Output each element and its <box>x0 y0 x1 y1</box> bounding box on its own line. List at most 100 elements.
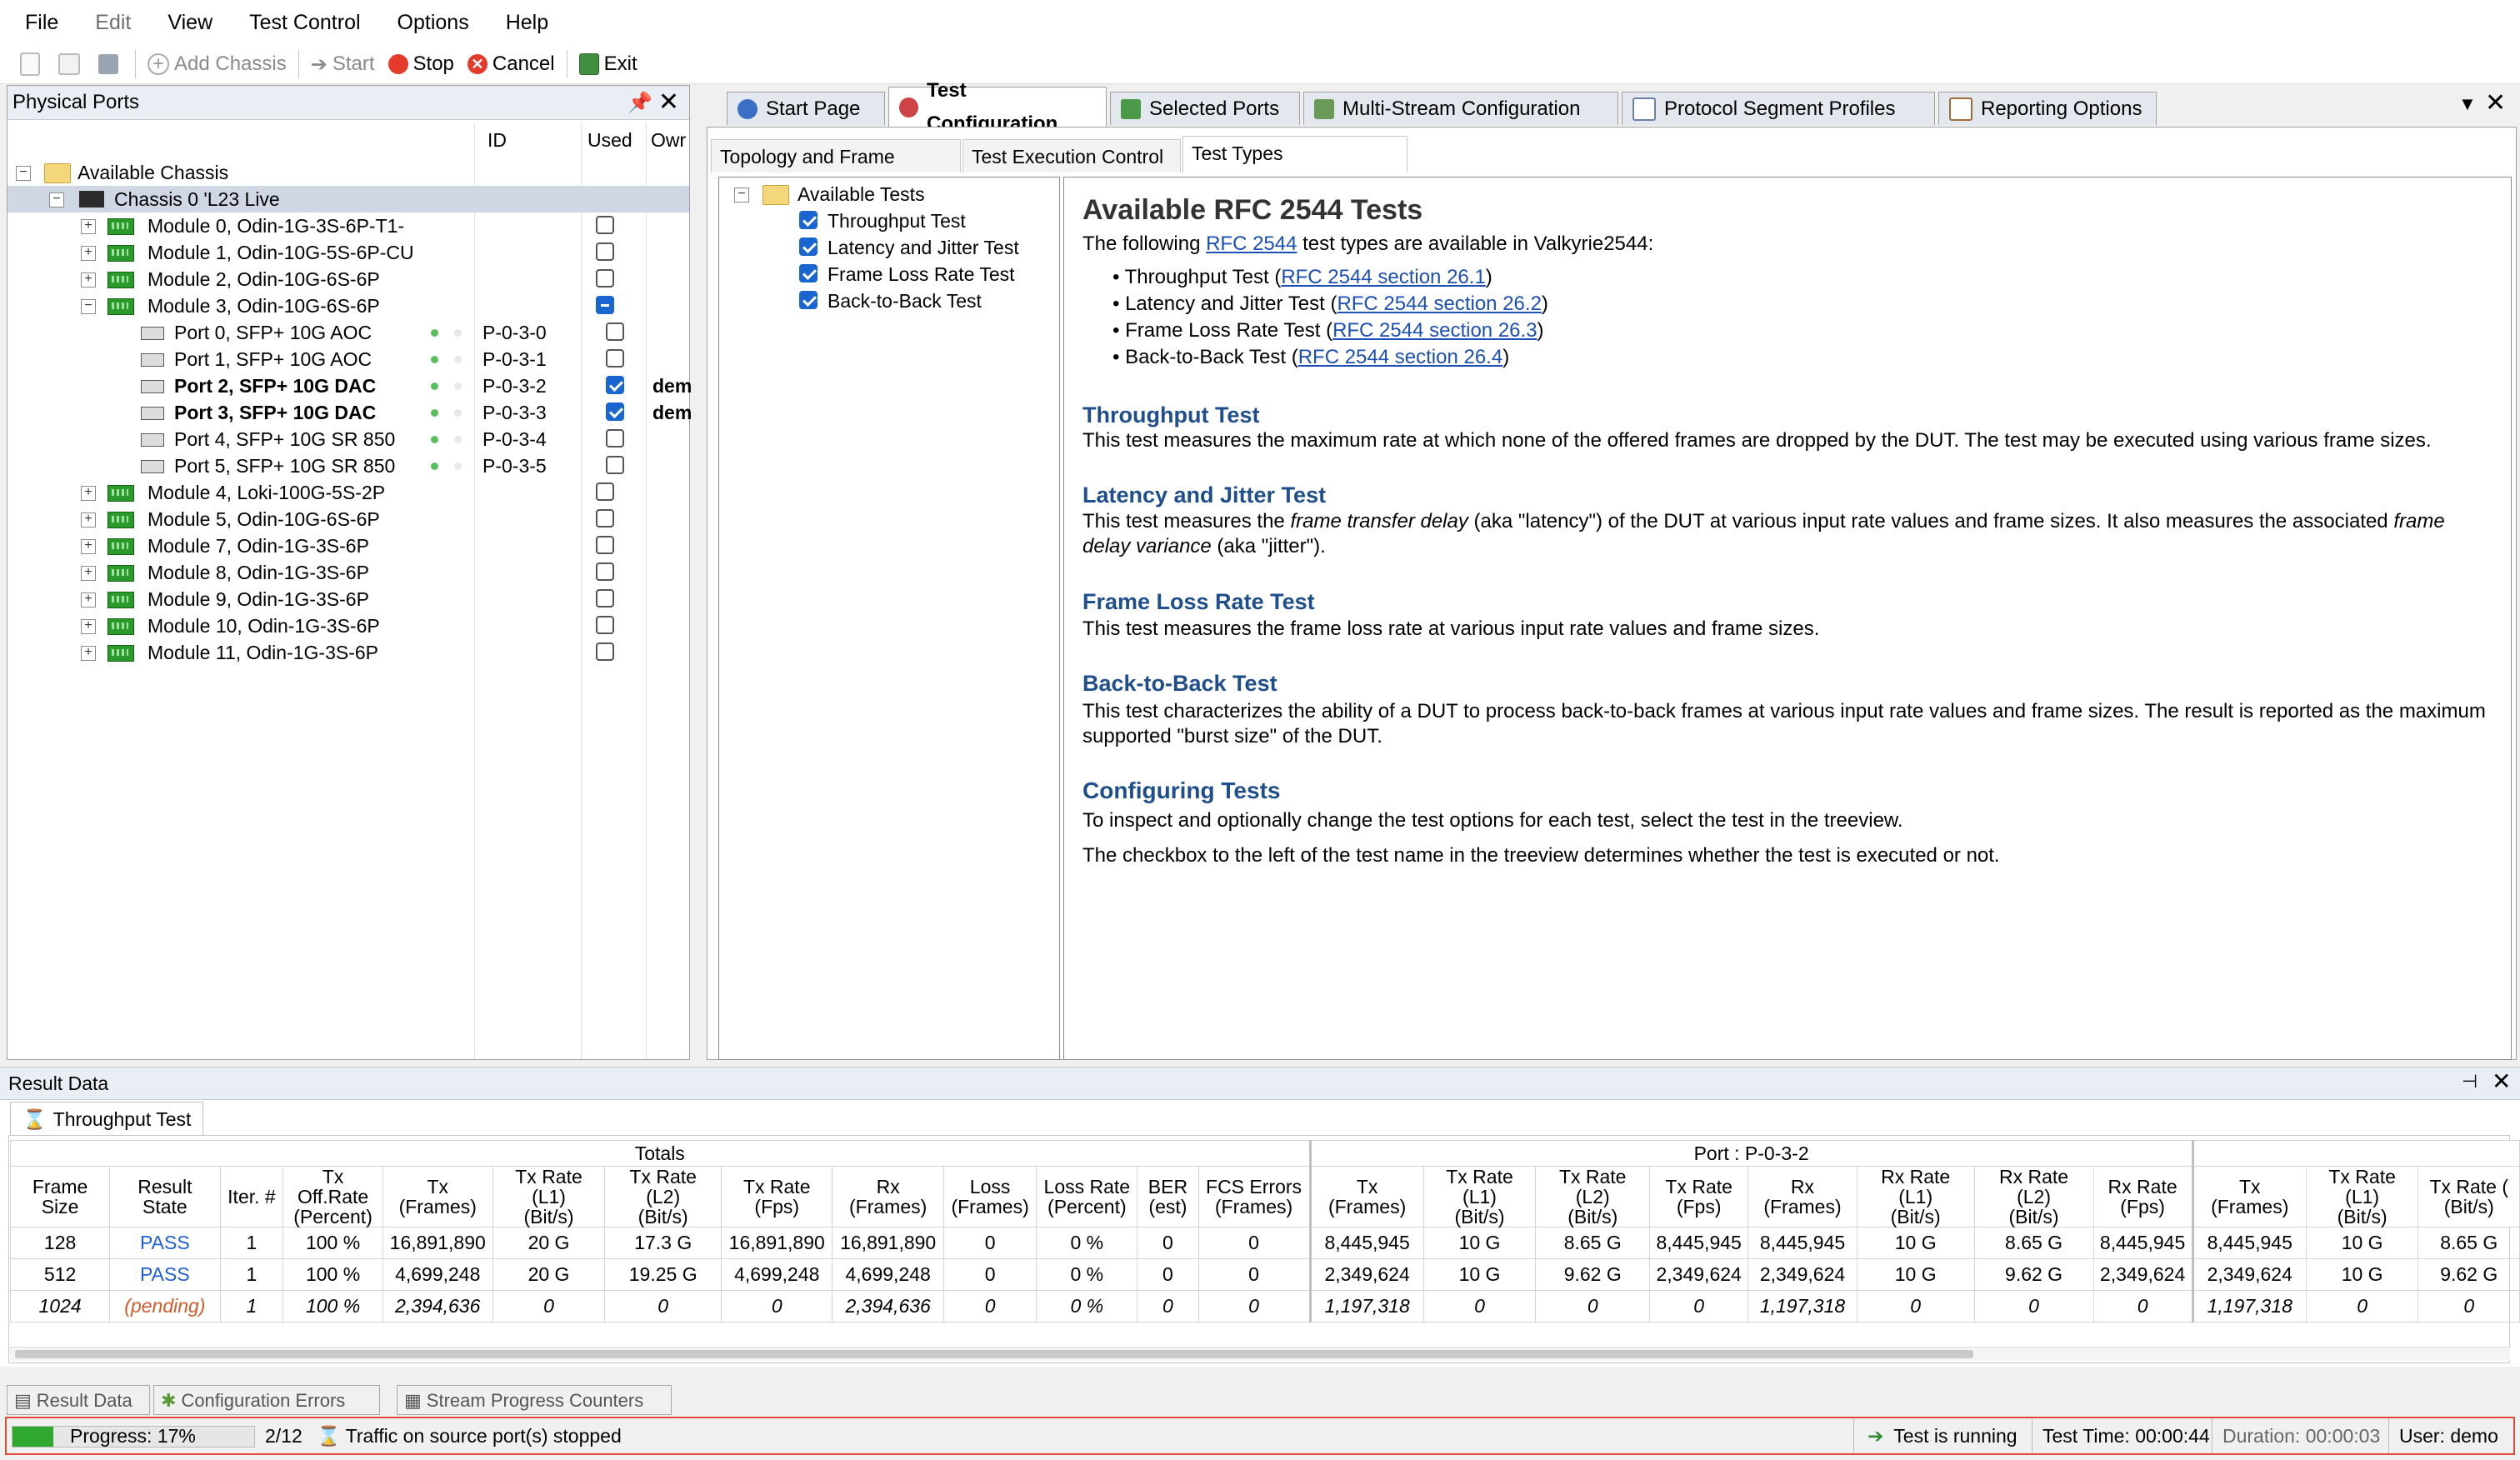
menu-help[interactable]: Help <box>488 0 567 45</box>
close-tab-icon[interactable]: ✕ <box>2485 88 2506 118</box>
used-checkbox[interactable] <box>606 429 624 448</box>
column-header[interactable]: Tx (Frames) <box>1308 1166 1424 1228</box>
scrollbar-thumb[interactable] <box>15 1350 1973 1358</box>
column-header[interactable]: Tx Off.Rate (Percent) <box>282 1166 383 1228</box>
expand-icon[interactable]: + <box>81 486 96 501</box>
column-header[interactable]: Result State <box>109 1166 221 1228</box>
used-checkbox[interactable] <box>596 616 614 634</box>
menu-view[interactable]: View <box>149 0 231 45</box>
expand-icon[interactable]: + <box>81 566 96 581</box>
tab-test-configuration[interactable]: Test Configuration <box>888 79 1107 135</box>
column-header[interactable]: Loss (Frames) <box>942 1166 1038 1228</box>
column-header[interactable]: BER (est) <box>1137 1166 1199 1228</box>
column-header-used[interactable]: Used <box>588 129 632 152</box>
tab-multi-stream-configuration[interactable]: Multi-Stream Configuration <box>1303 92 1618 125</box>
tree-node-module[interactable]: + Module 8, Odin-1G-3S-6P <box>8 559 689 586</box>
tree-node-module[interactable]: + Module 2, Odin-10G-6S-6P <box>8 266 689 292</box>
column-header[interactable]: FCS Errors (Frames) <box>1198 1166 1311 1228</box>
tab-reporting-options[interactable]: Reporting Options <box>1938 92 2157 125</box>
start-button[interactable]: ➔ Start <box>304 48 382 81</box>
used-checkbox[interactable] <box>606 402 624 421</box>
column-header[interactable]: Tx (Frames) <box>2191 1166 2307 1228</box>
used-checkbox[interactable] <box>596 242 614 261</box>
column-header[interactable]: Tx Rate ( (Bit/s) <box>2418 1166 2520 1228</box>
pin-icon[interactable]: ⊣ <box>2462 1071 2478 1092</box>
tab-protocol-segment-profiles[interactable]: Protocol Segment Profiles <box>1622 92 1935 125</box>
column-header[interactable]: Tx Rate (Fps) <box>721 1166 833 1228</box>
expand-icon[interactable]: + <box>81 592 96 608</box>
tree-node-throughput-test[interactable]: Throughput Test <box>719 208 1059 234</box>
menu-options[interactable]: Options <box>379 0 488 45</box>
tree-node-module[interactable]: + Module 11, Odin-1G-3S-6P <box>8 639 689 666</box>
back-to-back-test-checkbox[interactable] <box>799 291 818 309</box>
tab-start-page[interactable]: Start Page <box>727 92 885 125</box>
column-header[interactable]: Tx Rate (L1) (Bit/s) <box>2305 1166 2419 1228</box>
table-row[interactable]: 512 PASS 1 100 % 4,699,248 20 G 19.25 G 4,699,2… <box>9 1258 2520 1291</box>
tree-node-module[interactable]: + Module 5, Odin-10G-6S-6P <box>8 506 689 532</box>
expand-icon[interactable]: + <box>81 272 96 288</box>
used-checkbox[interactable] <box>596 562 614 581</box>
close-icon[interactable]: ✕ <box>658 88 679 117</box>
column-header[interactable]: Frame Size <box>9 1166 111 1228</box>
tree-node-port[interactable]: Port 3, SFP+ 10G DAC P-0-3-3 dem <box>8 399 692 426</box>
bottom-tab-stream-progress-counters[interactable]: ▦ Stream Progress Counters <box>397 1385 672 1415</box>
tree-node-available-chassis[interactable]: − Available Chassis <box>8 159 689 186</box>
tree-node-module[interactable]: + Module 7, Odin-1G-3S-6P <box>8 532 689 559</box>
column-header[interactable]: Loss Rate (Percent) <box>1036 1166 1138 1228</box>
subtab-test-execution-control[interactable]: Test Execution Control <box>962 139 1181 172</box>
used-checkbox[interactable] <box>606 322 624 341</box>
column-header[interactable]: Rx Rate (L1) (Bit/s) <box>1856 1166 1975 1228</box>
column-header[interactable]: Tx (Frames) <box>382 1166 493 1228</box>
table-row[interactable]: 128 PASS 1 100 % 16,891,890 20 G 17.3 G 16,891,… <box>9 1227 2520 1259</box>
expand-icon[interactable]: + <box>81 512 96 528</box>
rfc-section-link[interactable]: RFC 2544 section 26.1 <box>1281 266 1485 288</box>
column-header-id[interactable]: ID <box>488 129 507 152</box>
bottom-tab-configuration-errors[interactable]: ✱ Configuration Errors <box>153 1385 380 1415</box>
used-checkbox[interactable] <box>596 536 614 554</box>
pin-icon[interactable]: 📌 <box>628 91 652 115</box>
column-header[interactable]: Tx Rate (L1) (Bit/s) <box>1422 1166 1537 1228</box>
exit-button[interactable]: Exit <box>572 48 644 81</box>
tree-node-port[interactable]: Port 5, SFP+ 10G SR 850 P-0-3-5 <box>8 452 689 479</box>
tab-throughput-test[interactable]: ⌛ Throughput Test <box>10 1102 203 1136</box>
subtab-test-types-configuration[interactable]: Test Types Configuration <box>1182 136 1408 198</box>
horizontal-scrollbar[interactable] <box>10 1347 2510 1361</box>
column-header[interactable]: Tx Rate (L2) (Bit/s) <box>1535 1166 1651 1228</box>
new-button[interactable] <box>13 48 52 81</box>
expand-icon[interactable]: + <box>81 246 96 261</box>
used-checkbox[interactable] <box>606 376 624 394</box>
subtab-topology-frame-content[interactable]: Topology and Frame Content <box>711 139 961 201</box>
collapse-icon[interactable]: − <box>49 192 64 208</box>
tree-node-port[interactable]: Port 2, SFP+ 10G DAC P-0-3-2 dem <box>8 372 692 399</box>
menu-file[interactable]: File <box>0 0 77 45</box>
tree-node-frame-loss-test[interactable]: Frame Loss Rate Test <box>719 261 1059 288</box>
rfc-link[interactable]: RFC 2544 <box>1206 232 1297 255</box>
column-header[interactable]: Tx Rate (L1) (Bit/s) <box>492 1166 606 1228</box>
used-checkbox[interactable] <box>596 216 614 234</box>
column-header[interactable]: Rx Rate (L2) (Bit/s) <box>1973 1166 2094 1228</box>
rfc-section-link[interactable]: RFC 2544 section 26.3 <box>1332 319 1537 342</box>
expand-icon[interactable]: + <box>81 619 96 634</box>
tree-node-port[interactable]: Port 1, SFP+ 10G AOC P-0-3-1 <box>8 346 689 372</box>
tree-node-module[interactable]: + Module 0, Odin-1G-3S-6P-T1- <box>8 212 689 239</box>
frame-loss-test-checkbox[interactable] <box>799 264 818 282</box>
tree-node-module[interactable]: + Module 1, Odin-10G-5S-6P-CU <box>8 239 689 266</box>
throughput-test-checkbox[interactable] <box>799 211 818 229</box>
tree-node-module[interactable]: + Module 9, Odin-1G-3S-6P <box>8 586 689 612</box>
used-checkbox[interactable] <box>596 296 614 314</box>
tree-node-available-tests[interactable]: − Available Tests <box>719 181 1059 208</box>
close-icon[interactable]: ✕ <box>2492 1068 2511 1095</box>
menu-edit[interactable]: Edit <box>77 0 149 45</box>
expand-icon[interactable]: + <box>81 646 96 661</box>
used-checkbox[interactable] <box>596 642 614 661</box>
used-checkbox[interactable] <box>596 269 614 288</box>
rfc-section-link[interactable]: RFC 2544 section 26.2 <box>1337 292 1541 315</box>
tree-node-latency-jitter-test[interactable]: Latency and Jitter Test <box>719 234 1059 261</box>
collapse-icon[interactable]: − <box>81 299 96 314</box>
collapse-icon[interactable]: − <box>734 188 749 202</box>
cancel-button[interactable]: ✕ Cancel <box>461 48 562 81</box>
used-checkbox[interactable] <box>596 589 614 608</box>
tree-node-port[interactable]: Port 0, SFP+ 10G AOC P-0-3-0 <box>8 319 689 346</box>
tree-node-module[interactable]: + Module 10, Odin-1G-3S-6P <box>8 612 689 639</box>
bottom-tab-result-data[interactable]: ▤ Result Data <box>7 1385 150 1415</box>
